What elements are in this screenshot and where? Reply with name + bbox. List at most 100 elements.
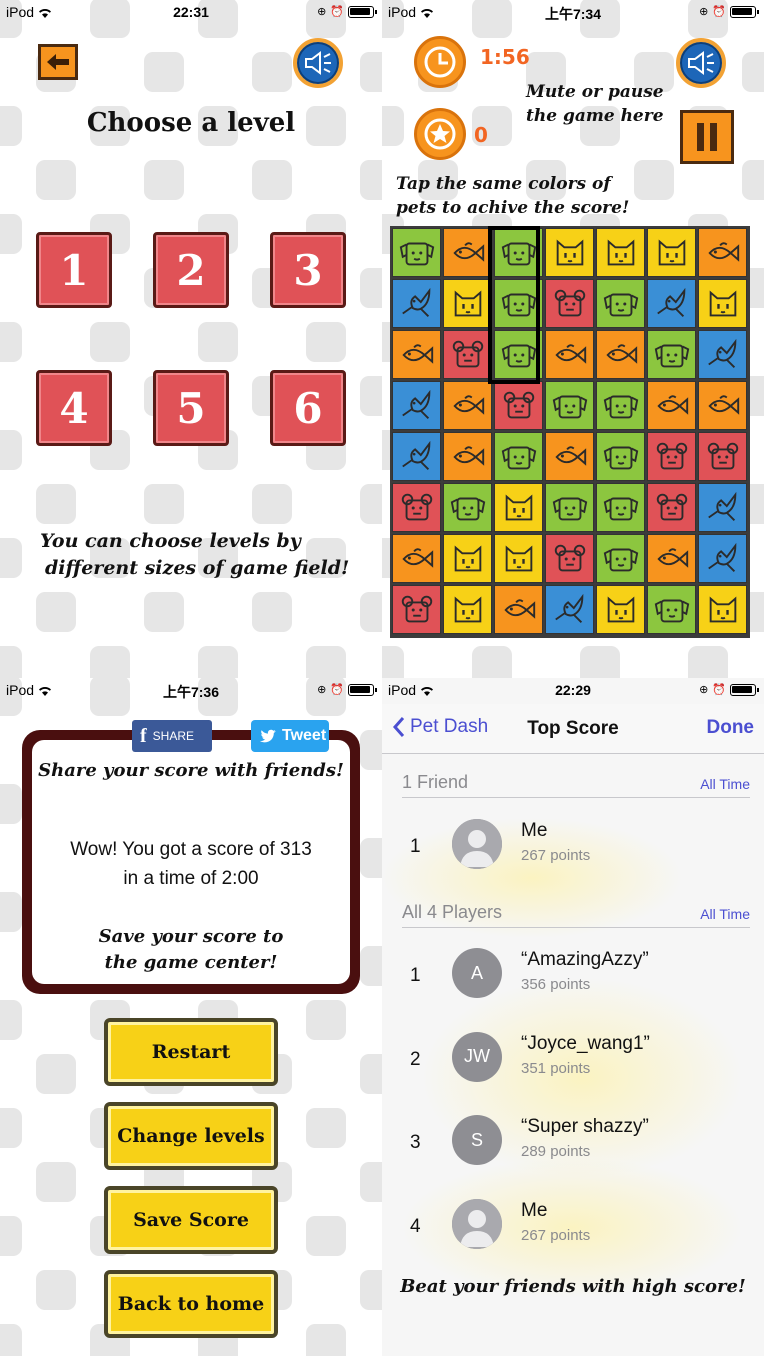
board-cell-mouse[interactable] — [647, 432, 696, 481]
board-cell-cat[interactable] — [494, 534, 543, 583]
board-cell-dog[interactable] — [596, 483, 645, 532]
board-cell-fish[interactable] — [494, 585, 543, 634]
board-cell-cat[interactable] — [596, 228, 645, 277]
board-cell-fish[interactable] — [443, 381, 492, 430]
board-cell-cat[interactable] — [443, 279, 492, 328]
board-cell-mouse[interactable] — [392, 483, 441, 532]
board-cell-fish[interactable] — [698, 381, 747, 430]
board-cell-dog[interactable] — [494, 228, 543, 277]
players-time-filter[interactable]: All Time — [700, 906, 750, 922]
board-cell-dog[interactable] — [545, 381, 594, 430]
mouse-icon — [656, 493, 687, 520]
board-cell-cat[interactable] — [443, 534, 492, 583]
board-cell-dog[interactable] — [494, 432, 543, 481]
board-cell-bird[interactable] — [392, 432, 441, 481]
level-button-5[interactable]: 5 — [153, 370, 229, 446]
board-cell-bird[interactable] — [545, 585, 594, 634]
back-to-home-button[interactable]: Back to home — [104, 1270, 278, 1338]
board-cell-fish[interactable] — [545, 330, 594, 379]
level-hint-line1: You can choose levels by — [40, 530, 301, 552]
done-button[interactable]: Done — [707, 717, 755, 739]
change-levels-button[interactable]: Change levels — [104, 1102, 278, 1170]
board-cell-fish[interactable] — [596, 330, 645, 379]
level-button-2[interactable]: 2 — [153, 232, 229, 308]
board-cell-bird[interactable] — [392, 279, 441, 328]
board-cell-fish[interactable] — [545, 432, 594, 481]
avatar — [452, 1198, 502, 1249]
board-cell-dog[interactable] — [545, 483, 594, 532]
fish-icon — [554, 445, 586, 466]
board-cell-fish[interactable] — [647, 381, 696, 430]
cat-icon — [505, 545, 532, 571]
cat-icon — [709, 596, 736, 622]
board-cell-bird[interactable] — [698, 330, 747, 379]
board-cell-dog[interactable] — [443, 483, 492, 532]
board-cell-dog[interactable] — [596, 381, 645, 430]
level-button-3[interactable]: 3 — [270, 232, 346, 308]
facebook-share-button[interactable]: f SHARE — [132, 720, 212, 752]
board-cell-cat[interactable] — [494, 483, 543, 532]
board-cell-mouse[interactable] — [392, 585, 441, 634]
sound-toggle-button[interactable] — [676, 38, 726, 88]
cat-icon — [454, 545, 481, 571]
board-cell-fish[interactable] — [392, 330, 441, 379]
level-select-screen: iPod 22:31 ⊕ ⏰ Choose a level 1 2 3 4 5 … — [0, 0, 382, 678]
tweet-button[interactable]: Tweet — [251, 720, 329, 752]
board-cell-dog[interactable] — [596, 279, 645, 328]
leaderboard-row[interactable]: 1 A “AmazingAzzy” 356 points — [382, 935, 764, 1015]
board-cell-dog[interactable] — [494, 330, 543, 379]
board-cell-fish[interactable] — [443, 228, 492, 277]
back-button[interactable] — [38, 44, 78, 80]
board-cell-dog[interactable] — [494, 279, 543, 328]
speaker-icon — [688, 51, 714, 75]
leaderboard-row[interactable]: 4 Me 267 points — [382, 1186, 764, 1266]
board-cell-mouse[interactable] — [545, 534, 594, 583]
rank-number: 1 — [410, 965, 421, 986]
board-cell-cat[interactable] — [596, 585, 645, 634]
pause-button[interactable] — [680, 110, 734, 164]
status-right: ⊕ ⏰ — [317, 5, 377, 18]
board-cell-fish[interactable] — [392, 534, 441, 583]
leaderboard-row[interactable]: 3 S “Super shazzy” 289 points — [382, 1102, 764, 1182]
board-cell-mouse[interactable] — [443, 330, 492, 379]
board-cell-mouse[interactable] — [494, 381, 543, 430]
mouse-icon — [554, 289, 585, 316]
player-name: Me — [521, 1199, 548, 1221]
board-cell-cat[interactable] — [698, 279, 747, 328]
board-cell-cat[interactable] — [545, 228, 594, 277]
board-cell-bird[interactable] — [698, 483, 747, 532]
result-screen: iPod 上午7:36 ⊕ ⏰ Share your score with fr… — [0, 678, 382, 1356]
leaderboard-row[interactable]: 1 Me 267 points — [382, 806, 764, 886]
level-button-6[interactable]: 6 — [270, 370, 346, 446]
board-cell-dog[interactable] — [596, 432, 645, 481]
board-cell-bird[interactable] — [647, 279, 696, 328]
result-line2: in a time of 2:00 — [123, 868, 259, 889]
board-cell-dog[interactable] — [647, 330, 696, 379]
board-cell-cat[interactable] — [647, 228, 696, 277]
board-cell-cat[interactable] — [698, 585, 747, 634]
avatar: A — [452, 948, 502, 998]
board-cell-dog[interactable] — [647, 585, 696, 634]
leaderboard-row[interactable]: 2 JW “Joyce_wang1” 351 points — [382, 1019, 764, 1099]
board-cell-bird[interactable] — [392, 381, 441, 430]
board-cell-cat[interactable] — [443, 585, 492, 634]
board-cell-mouse[interactable] — [545, 279, 594, 328]
board-cell-mouse[interactable] — [647, 483, 696, 532]
board-cell-fish[interactable] — [647, 534, 696, 583]
save-score-button[interactable]: Save Score — [104, 1186, 278, 1254]
dog-icon — [399, 242, 434, 265]
result-line1: Wow! You got a score of 313 — [70, 839, 312, 860]
level-button-4[interactable]: 4 — [36, 370, 112, 446]
status-bar: iPod 上午7:36 ⊕ ⏰ — [0, 678, 382, 704]
friends-time-filter[interactable]: All Time — [700, 776, 750, 792]
restart-button[interactable]: Restart — [104, 1018, 278, 1086]
board-cell-fish[interactable] — [698, 228, 747, 277]
board-cell-dog[interactable] — [596, 534, 645, 583]
board-cell-dog[interactable] — [392, 228, 441, 277]
level-button-1[interactable]: 1 — [36, 232, 112, 308]
board-cell-mouse[interactable] — [698, 432, 747, 481]
board-cell-bird[interactable] — [698, 534, 747, 583]
sound-toggle-button[interactable] — [293, 38, 343, 88]
dog-icon — [501, 293, 536, 316]
board-cell-fish[interactable] — [443, 432, 492, 481]
